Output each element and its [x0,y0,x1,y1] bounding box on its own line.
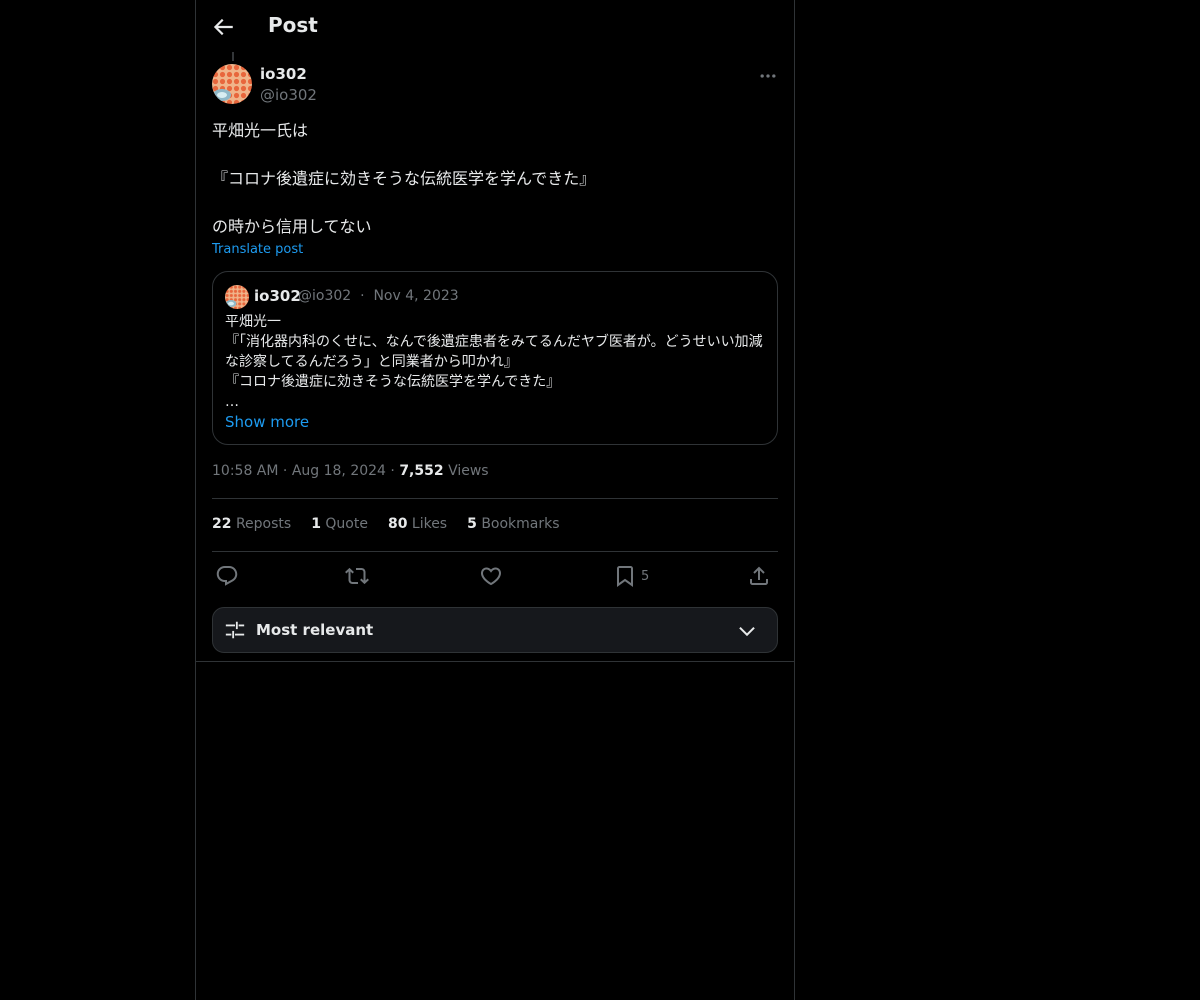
stat-label: Bookmarks [481,516,560,532]
reply-sort-dropdown[interactable]: Most relevant [212,607,778,653]
stat-count: 5 [467,516,477,532]
share-icon [750,566,768,585]
more-icon [760,74,776,78]
divider [212,551,778,552]
page-title: Post [268,13,318,37]
stat-label: Quote [325,516,368,532]
repost-icon [345,567,369,585]
quote-author-name: io302 [254,287,301,305]
separator-dot: · [360,288,365,304]
quote-text: 平畑光一 『「消化器内科のくせに、なんで後遺症患者をみてるんだヤブ医者が。どうせ… [225,314,763,410]
quoted-post[interactable]: io302 @io302 · Nov 4, 2023 平畑光一 『「消化器内科の… [212,271,778,445]
post-date[interactable]: Aug 18, 2024 [292,463,386,479]
stat-count: 22 [212,516,232,532]
likes-stat[interactable]: 80 Likes [388,516,447,532]
arrow-left-icon [213,18,233,36]
main-column: Post io302 @io302 平畑光一氏は 『コロナ後遺症に効きそうな伝統… [195,0,795,1000]
reply-icon [216,566,238,586]
engagement-stats: 22 Reposts 1 Quote 80 Likes 5 Bookmarks [212,516,560,532]
sliders-icon [225,621,245,639]
stat-label: Likes [411,516,448,532]
quotes-stat[interactable]: 1 Quote [311,516,368,532]
share-button[interactable] [747,564,771,588]
show-more-link[interactable]: Show more [225,413,309,431]
bookmark-count: 5 [641,568,650,584]
quote-date: Nov 4, 2023 [373,288,459,304]
back-button[interactable] [210,14,236,40]
author-name[interactable]: io302 [260,65,307,83]
thread-connector [232,52,234,61]
translate-post-link[interactable]: Translate post [212,242,303,257]
reposts-stat[interactable]: 22 Reposts [212,516,291,532]
chevron-down-icon [739,626,755,637]
stat-count: 80 [387,516,408,532]
divider [212,498,778,499]
bookmarks-stat[interactable]: 5 Bookmarks [467,516,559,532]
author-handle[interactable]: @io302 [260,86,317,104]
sort-label: Most relevant [256,621,374,639]
post-time[interactable]: 10:58 AM [212,463,278,479]
action-bar: 5 [212,562,778,590]
post-text: 平畑光一氏は 『コロナ後遺症に効きそうな伝統医学を学んできた』 の時から信用して… [212,121,596,236]
separator-dot: · [282,463,288,479]
quote-avatar [225,285,249,309]
post-timestamp: 10:58 AM · Aug 18, 2024 · 7,552 Views [212,463,489,479]
divider [196,661,794,662]
repost-button[interactable] [345,564,369,588]
more-options-button[interactable] [758,66,778,86]
views-label: Views [448,463,489,479]
heart-icon [480,567,502,586]
views-count: 7,552 [399,463,444,479]
bookmark-icon [617,566,633,587]
page-header: Post [196,0,794,54]
separator-dot: · [390,463,395,479]
stat-label: Reposts [235,516,292,532]
stat-count: 1 [311,516,321,532]
like-button[interactable] [479,564,503,588]
bookmark-button[interactable]: 5 [613,564,649,588]
avatar[interactable] [212,64,252,104]
quote-meta: @io302 · Nov 4, 2023 [298,288,459,304]
quote-author-handle: @io302 [298,288,352,304]
reply-button[interactable] [215,564,239,588]
